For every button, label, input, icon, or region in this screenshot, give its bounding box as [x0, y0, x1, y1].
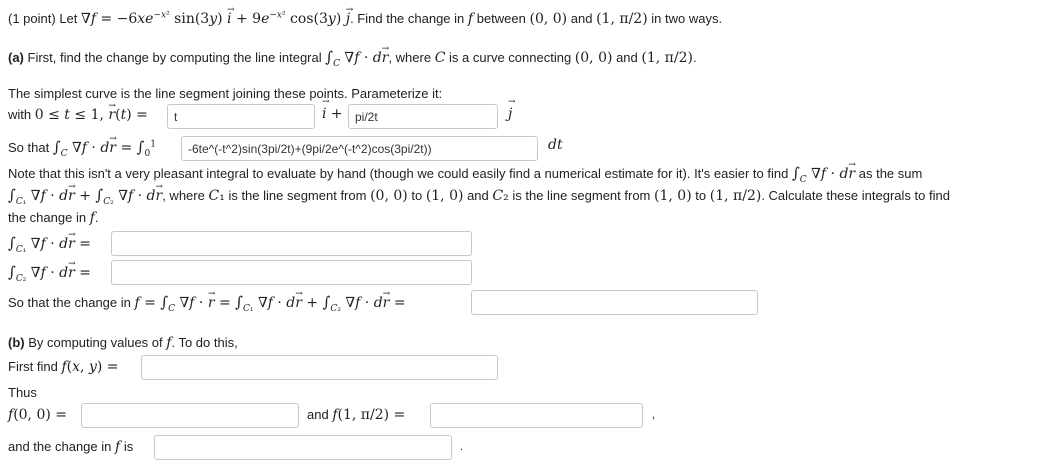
part-a-prompt: (a) First, find the change by computing …	[8, 39, 697, 68]
c1-integral-input[interactable]	[111, 231, 472, 256]
f-xy-label: First find f(x, y) =	[8, 359, 119, 375]
change-is-label: and the change in f is	[8, 439, 134, 455]
total-change-input[interactable]	[471, 290, 758, 315]
note-line-3: the change in f.	[8, 210, 99, 226]
period: .	[460, 441, 464, 453]
change-sum-label: So that the change in f = ∫C ∇f · r = ∫C…	[8, 284, 406, 313]
problem-statement: (1 point) Let ∇f = −6xe−x² sin(3y) i + 9…	[8, 0, 722, 29]
f00-label: f(0, 0) =	[8, 407, 68, 423]
comma: ,	[652, 409, 656, 421]
so-that-line: So that ∫C ∇f · dr = ∫01	[8, 129, 156, 158]
integrand-input[interactable]	[181, 136, 538, 161]
simplest-curve-text: The simplest curve is the line segment j…	[8, 86, 443, 101]
c2-integral-input[interactable]	[111, 260, 472, 285]
note-line-2: ∫C₁ ∇f · dr + ∫C₂ ∇f · dr, where C₁ is t…	[8, 177, 950, 206]
c2-integral-label: ∫C₂ ∇f · dr =	[8, 254, 91, 283]
parameterize-line: with 0 ≤ t ≤ 1, r(t) =	[8, 96, 148, 125]
part-b-prompt: (b) By computing values of f. To do this…	[8, 335, 238, 351]
f1pi2-label: and f(1, π/2) =	[307, 407, 406, 423]
thus-label: Thus	[8, 385, 37, 400]
note-line-1: Note that this isn't a very pleasant int…	[8, 155, 922, 184]
j-hat-label: j	[508, 97, 513, 122]
f00-input[interactable]	[81, 403, 299, 428]
change-input[interactable]	[154, 435, 452, 460]
c1-integral-label: ∫C₁ ∇f · dr =	[8, 225, 91, 254]
r-i-component-input[interactable]	[167, 104, 315, 129]
f1pi2-input[interactable]	[430, 403, 643, 428]
i-hat-label: i +	[322, 97, 343, 122]
dt-label: dt	[548, 137, 563, 153]
f-xy-input[interactable]	[141, 355, 498, 380]
r-j-component-input[interactable]	[348, 104, 498, 129]
